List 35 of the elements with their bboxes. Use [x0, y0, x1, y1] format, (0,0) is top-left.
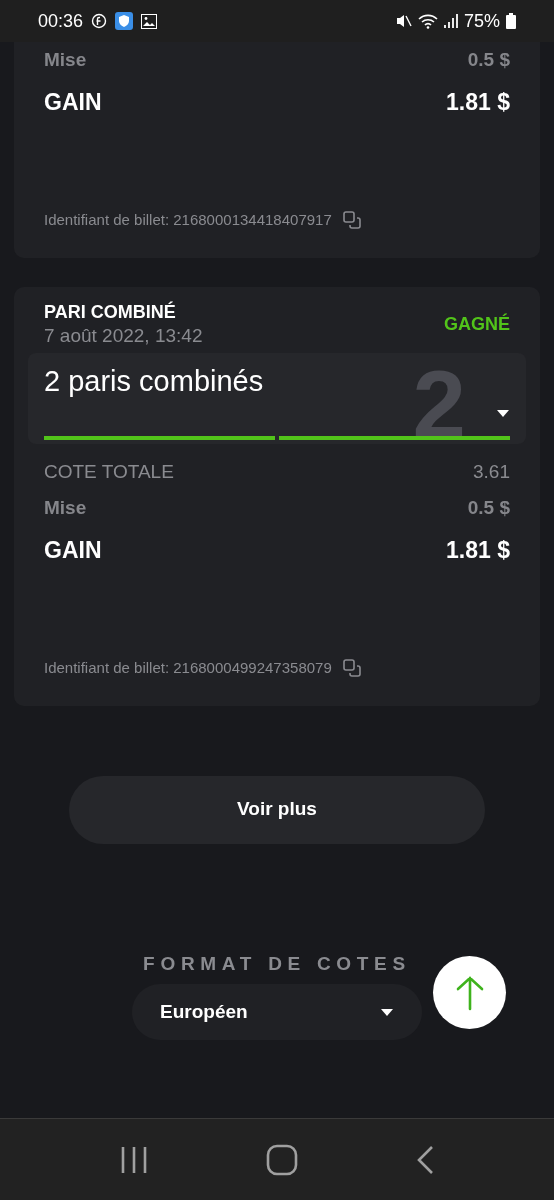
- home-icon[interactable]: [266, 1143, 298, 1176]
- arrow-up-icon: [454, 974, 485, 1011]
- odds-value: 3.61: [473, 459, 510, 484]
- image-icon: [141, 13, 158, 29]
- back-icon[interactable]: [415, 1144, 436, 1175]
- odds-format-label: FORMAT DE COTES: [143, 951, 411, 976]
- battery-icon: [506, 13, 516, 29]
- bet-type: PARI COMBINÉ: [44, 300, 177, 323]
- ticket-id: Identifiant de billet: 2168000499247358079: [44, 658, 332, 678]
- shield-icon: [115, 12, 134, 30]
- caret-icon: [380, 1007, 394, 1017]
- odds-label: COTE TOTALE: [44, 459, 174, 484]
- stake-value: 0.5 $: [467, 48, 510, 72]
- stake-value: 0.5 $: [467, 496, 510, 520]
- notification-icon: [91, 13, 108, 29]
- signal-icon: [443, 13, 458, 29]
- gain-label: GAIN: [44, 535, 102, 565]
- copy-icon[interactable]: [341, 210, 362, 231]
- gain-value: 1.81 $: [446, 535, 510, 565]
- stake-label: Mise: [44, 496, 87, 520]
- copy-icon[interactable]: [341, 658, 362, 679]
- stake-label: Mise: [44, 48, 87, 72]
- status-time: 00:36: [38, 9, 84, 33]
- caret-icon: [496, 408, 510, 418]
- bet-date: 7 août 2022, 13:42: [44, 323, 203, 348]
- battery-percent: 75%: [463, 9, 500, 33]
- ticket-id: Identifiant de billet: 2168000134418407917: [44, 210, 332, 230]
- see-more-button[interactable]: Voir plus: [69, 775, 485, 844]
- bet-status: GAGNÉ: [444, 312, 510, 336]
- wifi-icon: [417, 13, 438, 29]
- odds-format-select[interactable]: Européen: [132, 984, 422, 1040]
- selections-title: 2 paris combinés: [44, 363, 264, 399]
- gain-label: GAIN: [44, 87, 102, 117]
- gain-value: 1.81 $: [446, 87, 510, 117]
- mute-icon: [395, 13, 412, 29]
